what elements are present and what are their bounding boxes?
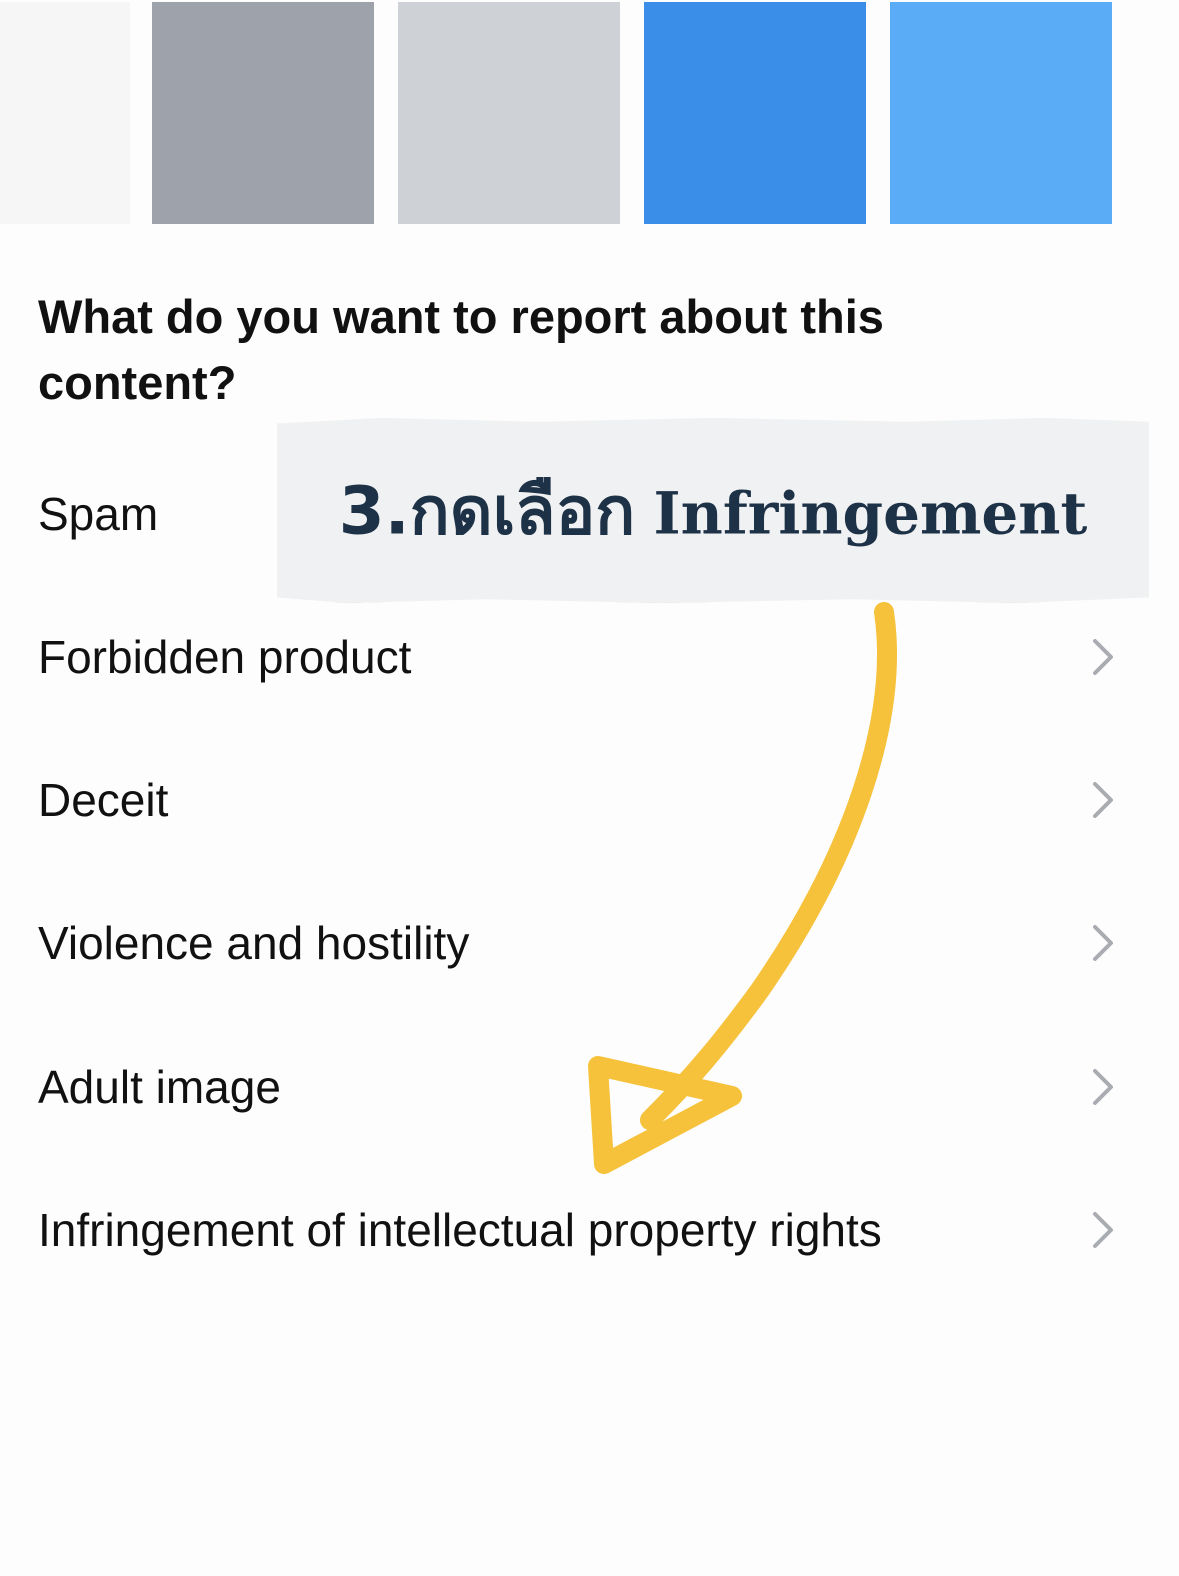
- annotation-thai-text: กดเลือก: [409, 473, 636, 547]
- report-option-forbidden-product[interactable]: Forbidden product: [0, 585, 1179, 728]
- thumbnail-2[interactable]: [152, 2, 374, 224]
- chevron-right-icon: [1093, 924, 1113, 961]
- thumbnail-1[interactable]: [0, 2, 130, 224]
- option-label: Adult image: [38, 1060, 281, 1113]
- thumbnail-3[interactable]: [398, 2, 620, 224]
- annotation-step: 3.: [338, 472, 410, 549]
- option-label: Deceit: [38, 773, 169, 826]
- annotation-english-text: Infringement: [653, 479, 1088, 547]
- chevron-right-icon: [1093, 781, 1113, 818]
- report-option-deceit[interactable]: Deceit: [0, 728, 1179, 871]
- report-option-ip-infringement[interactable]: Infringement of intellectual property ri…: [0, 1158, 1179, 1301]
- option-label: Spam: [38, 487, 159, 540]
- report-question-title: What do you want to report about this co…: [38, 290, 884, 409]
- chevron-right-icon: [1093, 638, 1113, 675]
- chevron-right-icon: [1093, 1068, 1113, 1105]
- annotation-text: 3.กดเลือก Infringement: [277, 458, 1149, 563]
- report-option-violence[interactable]: Violence and hostility: [0, 871, 1179, 1014]
- thumbnail-4[interactable]: [644, 2, 866, 224]
- report-option-adult-image[interactable]: Adult image: [0, 1015, 1179, 1158]
- annotation-paper-note: 3.กดเลือก Infringement: [277, 418, 1149, 603]
- option-label: Violence and hostility: [38, 916, 470, 969]
- thumbnail-5[interactable]: [890, 2, 1112, 224]
- option-label: Infringement of intellectual property ri…: [38, 1203, 882, 1256]
- option-label: Forbidden product: [38, 630, 412, 683]
- chevron-right-icon: [1093, 1211, 1113, 1248]
